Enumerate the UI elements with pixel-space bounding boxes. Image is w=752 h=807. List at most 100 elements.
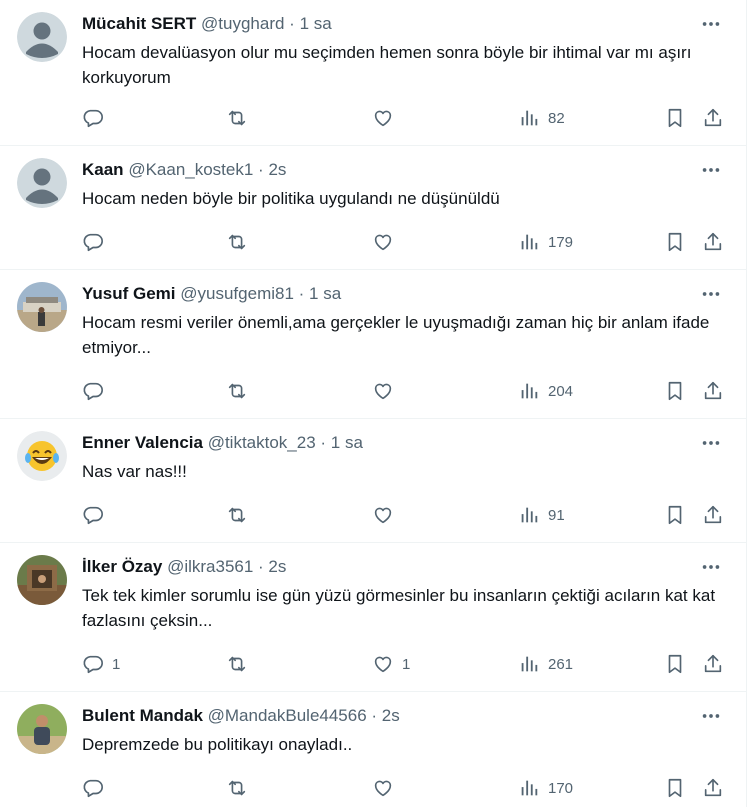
more-options-icon[interactable] (700, 556, 722, 578)
retweet-button[interactable] (226, 650, 256, 678)
timestamp[interactable]: 2s (268, 160, 286, 179)
author-handle[interactable]: @tiktaktok_23 (208, 433, 316, 452)
share-button[interactable] (702, 650, 724, 678)
views-button[interactable]: 91 (518, 501, 565, 529)
author-name[interactable]: Yusuf Gemi (82, 284, 176, 303)
retweet-button[interactable] (226, 228, 256, 256)
share-button[interactable] (702, 228, 724, 256)
author-name[interactable]: Enner Valencia (82, 433, 203, 452)
tweet[interactable]: Mücahit SERT @tuyghard · 1 sa Hocam deva… (0, 0, 746, 146)
default-avatar[interactable] (17, 12, 67, 62)
author-handle[interactable]: @Kaan_kostek1 (128, 160, 253, 179)
heart-icon (372, 504, 394, 526)
photo-avatar[interactable] (17, 555, 67, 605)
author-name[interactable]: Kaan (82, 160, 124, 179)
more-options-icon[interactable] (700, 13, 722, 35)
like-button[interactable] (372, 104, 402, 132)
photo-avatar[interactable] (17, 282, 67, 332)
bookmark-icon (664, 653, 686, 675)
bookmark-icon (664, 107, 686, 129)
timestamp[interactable]: 1 sa (309, 284, 341, 303)
share-button[interactable] (702, 774, 724, 802)
author-name[interactable]: İlker Özay (82, 557, 162, 576)
default-avatar[interactable] (17, 158, 67, 208)
views-chart-icon (518, 653, 540, 675)
photo-avatar[interactable] (17, 704, 67, 754)
author-handle[interactable]: @yusufgemi81 (180, 284, 294, 303)
views-button[interactable]: 170 (518, 774, 573, 802)
retweet-icon (226, 380, 248, 402)
reply-button[interactable] (82, 228, 112, 256)
author-handle[interactable]: @ilkra3561 (167, 557, 253, 576)
bookmark-button[interactable] (664, 228, 686, 256)
bookmark-button[interactable] (664, 377, 686, 405)
bookmark-icon (664, 504, 686, 526)
author-name[interactable]: Bulent Mandak (82, 706, 203, 725)
retweet-button[interactable] (226, 774, 256, 802)
retweet-button[interactable] (226, 377, 256, 405)
like-button[interactable] (372, 501, 402, 529)
views-button[interactable]: 204 (518, 377, 573, 405)
share-icon (702, 107, 724, 129)
reply-button[interactable] (82, 104, 112, 132)
timestamp[interactable]: 2s (382, 706, 400, 725)
timestamp[interactable]: 1 sa (300, 14, 332, 33)
share-icon (702, 231, 724, 253)
views-chart-icon (518, 231, 540, 253)
view-count: 170 (548, 779, 574, 797)
timestamp[interactable]: 1 sa (331, 433, 363, 452)
separator-dot: · (315, 433, 331, 452)
bookmark-button[interactable] (664, 650, 686, 678)
tweet[interactable]: Kaan @Kaan_kostek1 · 2s Hocam neden böyl… (0, 146, 746, 270)
tweet[interactable]: Bulent Mandak @MandakBule44566 · 2s Depr… (0, 692, 746, 807)
reply-icon (82, 231, 104, 253)
reply-button[interactable]: 1 (82, 650, 120, 678)
like-button[interactable] (372, 377, 402, 405)
laughing-emoji-avatar[interactable] (17, 431, 67, 481)
like-button[interactable]: 1 (372, 650, 410, 678)
views-button[interactable]: 179 (518, 228, 573, 256)
tweet[interactable]: Enner Valencia @tiktaktok_23 · 1 sa Nas … (0, 419, 746, 543)
timestamp[interactable]: 2s (268, 557, 286, 576)
heart-icon (372, 107, 394, 129)
reply-button[interactable] (82, 501, 112, 529)
action-bar: 179 (82, 228, 732, 256)
view-count: 82 (548, 109, 565, 127)
reply-button[interactable] (82, 774, 112, 802)
share-icon (702, 380, 724, 402)
bookmark-button[interactable] (664, 104, 686, 132)
retweet-icon (226, 777, 248, 799)
reply-count: 1 (112, 655, 121, 673)
tweet-text: Tek tek kimler sorumlu ise gün yüzü görm… (82, 586, 716, 630)
author-handle[interactable]: @tuyghard (201, 14, 284, 33)
tweet-text: Depremzede bu politikayı onayladı.. (82, 735, 353, 754)
views-button[interactable]: 261 (518, 650, 573, 678)
author-handle[interactable]: @MandakBule44566 (208, 706, 367, 725)
share-button[interactable] (702, 104, 724, 132)
reply-button[interactable] (82, 377, 112, 405)
view-count: 204 (548, 382, 574, 400)
share-button[interactable] (702, 377, 724, 405)
action-bar: 82 (82, 104, 732, 132)
tweet[interactable]: İlker Özay @ilkra3561 · 2s Tek tek kimle… (0, 543, 746, 692)
bookmark-button[interactable] (664, 774, 686, 802)
more-options-icon[interactable] (700, 159, 722, 181)
more-options-icon[interactable] (700, 283, 722, 305)
author-name[interactable]: Mücahit SERT (82, 14, 196, 33)
views-button[interactable]: 82 (518, 104, 565, 132)
tweet-header: Mücahit SERT @tuyghard · 1 sa (82, 13, 332, 35)
bookmark-icon (664, 380, 686, 402)
view-count: 261 (548, 655, 574, 673)
more-options-icon[interactable] (700, 705, 722, 727)
action-bar: 1 1 261 (82, 650, 732, 678)
tweet[interactable]: Yusuf Gemi @yusufgemi81 · 1 sa Hocam res… (0, 270, 746, 419)
retweet-button[interactable] (226, 501, 256, 529)
bookmark-button[interactable] (664, 501, 686, 529)
action-bar: 204 (82, 377, 732, 405)
like-count: 1 (402, 655, 411, 673)
like-button[interactable] (372, 774, 402, 802)
retweet-button[interactable] (226, 104, 256, 132)
more-options-icon[interactable] (700, 432, 722, 454)
share-button[interactable] (702, 501, 724, 529)
like-button[interactable] (372, 228, 402, 256)
